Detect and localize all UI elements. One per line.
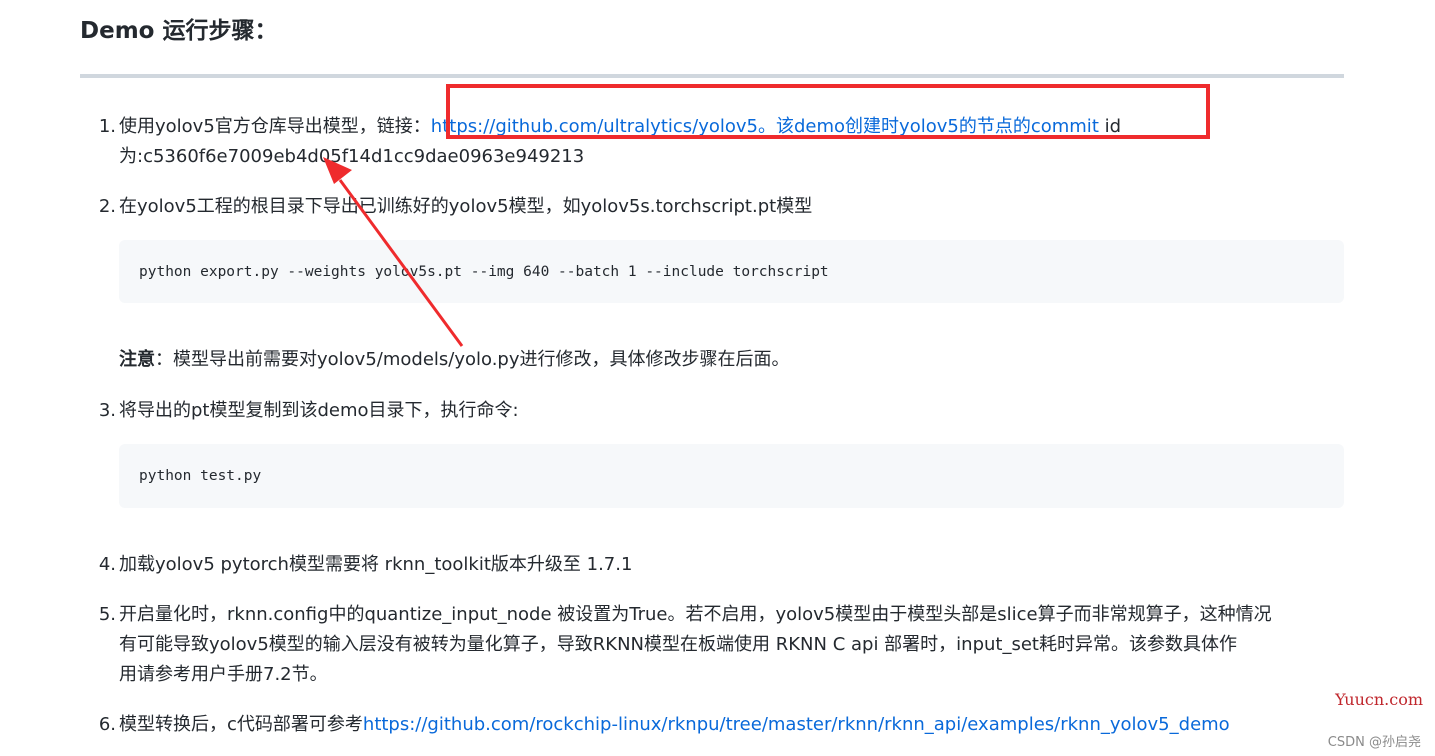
- step-3-text: 将导出的pt模型复制到该demo目录下，执行命令:: [119, 400, 519, 421]
- step-5-line-2: 有可能导致yolov5模型的输入层没有被转为量化算子，导致RKNN模型在板端使用…: [119, 634, 1237, 655]
- test-command: python test.py: [139, 468, 262, 484]
- author-credit: CSDN @孙启尧: [1327, 735, 1421, 750]
- step-4-number: 4.: [98, 554, 116, 575]
- export-code-block[interactable]: python export.py --weights yolov5s.pt --…: [119, 240, 1344, 303]
- step-1-suffix: id: [1098, 116, 1122, 137]
- watermark: Yuucn.com: [1335, 690, 1423, 709]
- step-1-text: 使用yolov5官方仓库导出模型，链接：: [119, 116, 431, 137]
- heading-divider: [80, 74, 1344, 78]
- step-5-line-1: 开启量化时，rknn.config中的quantize_input_node 被…: [119, 604, 1272, 625]
- step-3-number: 3.: [98, 400, 116, 421]
- step-2-text: 在yolov5工程的根目录下导出已训练好的yolov5模型，如yolov5s.t…: [119, 196, 813, 217]
- step-1-number: 1.: [98, 116, 116, 137]
- note-label: 注意: [119, 349, 155, 370]
- step-6-text: 模型转换后，c代码部署可参考: [119, 714, 363, 735]
- step-6-line: 模型转换后，c代码部署可参考https://github.com/rockchi…: [119, 710, 1230, 740]
- step-4-text: 加载yolov5 pytorch模型需要将 rknn_toolkit版本升级至 …: [119, 554, 633, 575]
- export-command: python export.py --weights yolov5s.pt --…: [139, 264, 829, 280]
- step-1-commit-id: 为:c5360f6e7009eb4d05f14d1cc9dae0963e9492…: [119, 146, 585, 167]
- note-text: ：模型导出前需要对yolov5/models/yolo.py进行修改，具体修改步…: [155, 349, 790, 370]
- test-code-block[interactable]: python test.py: [119, 444, 1344, 508]
- step-2-number: 2.: [98, 196, 116, 217]
- yolov5-repo-link[interactable]: https://github.com/ultralytics/yolov5。该d…: [431, 116, 1099, 137]
- section-heading: Demo 运行步骤：: [80, 18, 278, 44]
- step-5-line-3: 用请参考用户手册7.2节。: [119, 664, 328, 685]
- step-5-number: 5.: [98, 604, 116, 625]
- step-1-line-1: 使用yolov5官方仓库导出模型，链接：https://github.com/u…: [119, 112, 1121, 142]
- step-2-note: 注意：模型导出前需要对yolov5/models/yolo.py进行修改，具体修…: [119, 345, 790, 375]
- rknn-yolov5-demo-link[interactable]: https://github.com/rockchip-linux/rknpu/…: [363, 714, 1230, 735]
- step-6-number: 6.: [98, 714, 116, 735]
